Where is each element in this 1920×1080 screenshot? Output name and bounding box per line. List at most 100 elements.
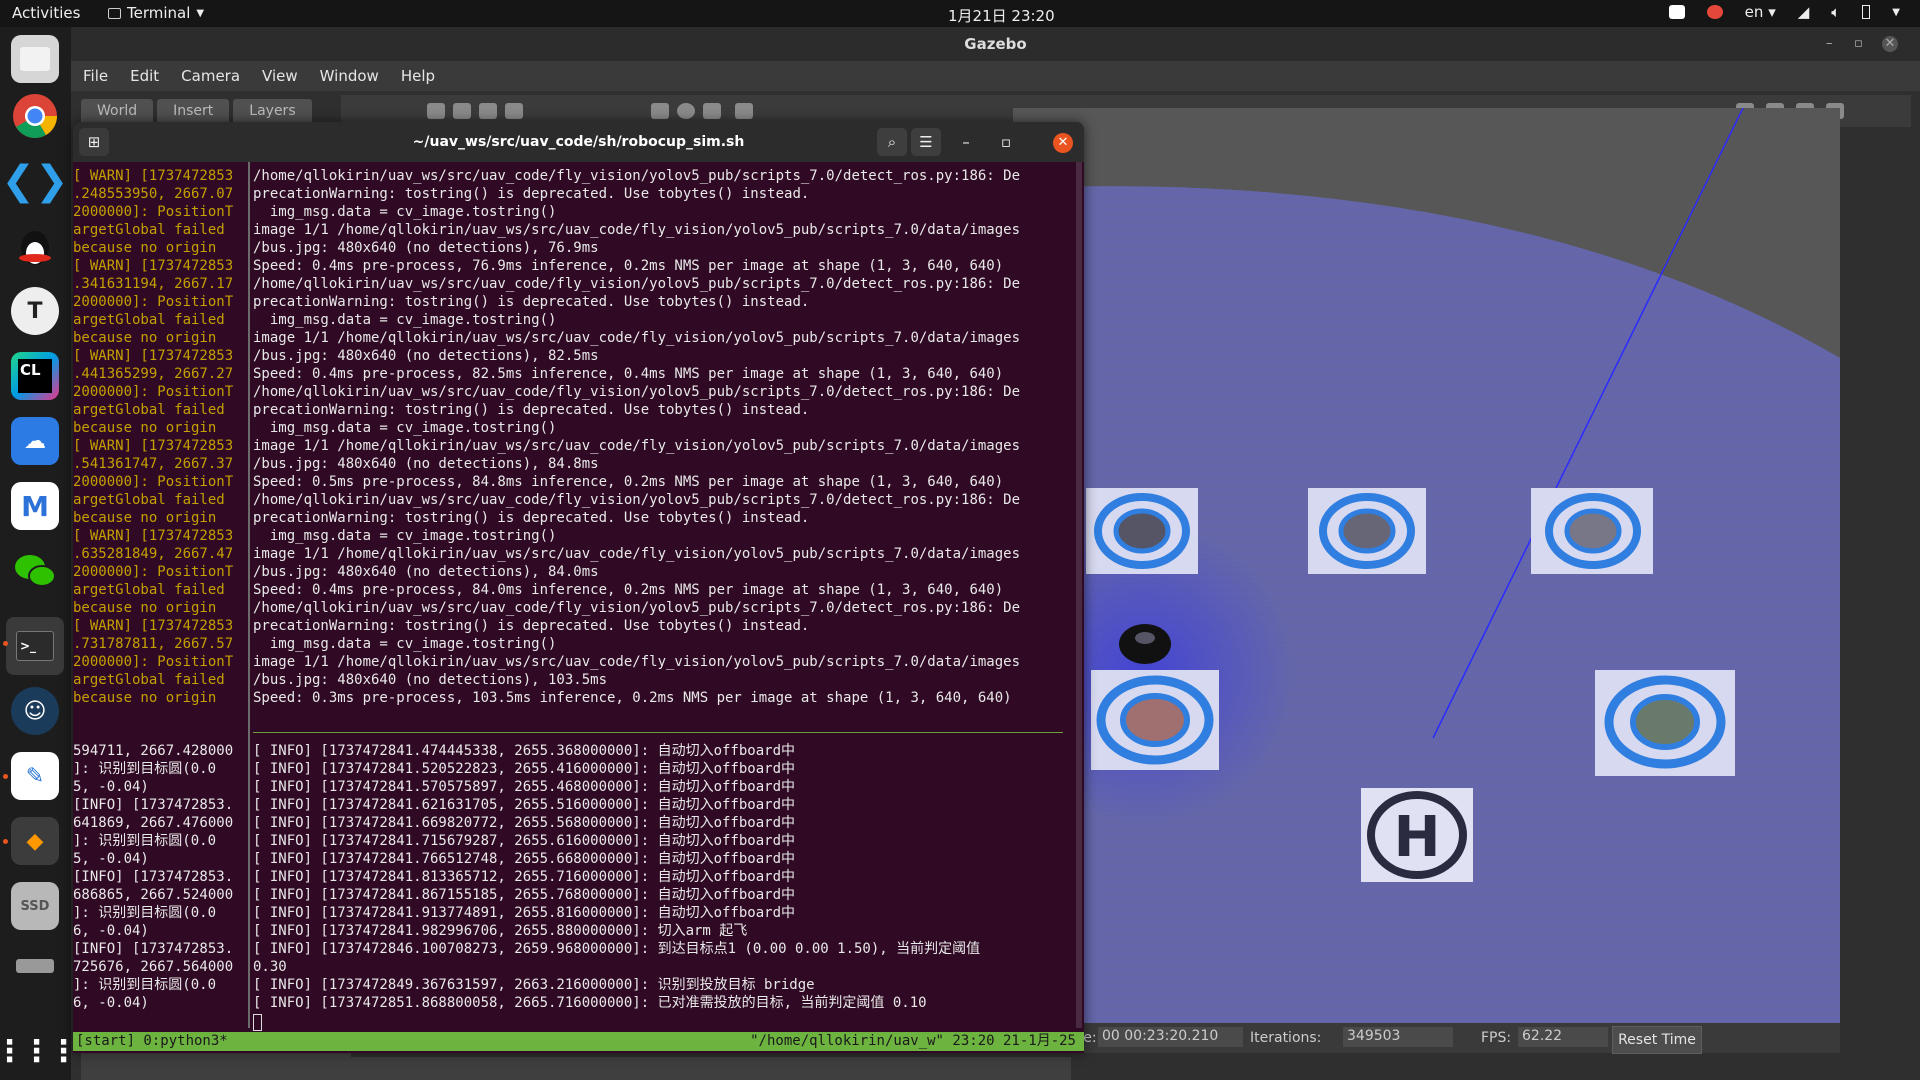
reset-time-button[interactable]: Reset Time xyxy=(1612,1026,1702,1054)
terminal-line: precationWarning: tostring() is deprecat… xyxy=(253,510,810,526)
scale-icon[interactable] xyxy=(505,103,523,119)
terminal-line: [INFO] [1737472853. xyxy=(73,941,234,957)
minimize-button[interactable]: – xyxy=(1826,27,1833,61)
terminal-line: .731787811, 2667.57 xyxy=(73,636,234,652)
iterations-label: Iterations: xyxy=(1250,1030,1322,1046)
vscode-icon[interactable]: ❮❯ xyxy=(1,157,68,205)
search-icon[interactable]: ⌕ xyxy=(877,128,907,156)
terminal-line: Speed: 0.4ms pre-process, 76.9ms inferen… xyxy=(253,258,1004,274)
translate-icon[interactable] xyxy=(453,103,471,119)
mail-tray-icon[interactable] xyxy=(1668,5,1685,19)
tmux-pane-top-left[interactable]: [ WARN] [1737472853 .248553950, 2667.07 20… xyxy=(73,167,247,707)
light-icon[interactable] xyxy=(735,103,753,119)
terminal-line: [INFO] [1737472853. xyxy=(73,869,234,885)
activities-button[interactable]: Activities xyxy=(12,4,80,22)
terminal-line: argetGlobal failed xyxy=(73,312,225,328)
sphere-icon[interactable] xyxy=(677,103,695,119)
text-editor-icon[interactable]: ✎ xyxy=(11,752,59,800)
menu-window[interactable]: Window xyxy=(320,67,379,85)
landing-target-5 xyxy=(1595,670,1735,776)
maximize-button[interactable]: ▫ xyxy=(1854,27,1863,61)
box-icon[interactable] xyxy=(651,103,669,119)
terminal-line: .441365299, 2667.27 xyxy=(73,366,234,382)
tmux-pane-bottom-left[interactable]: 594711, 2667.428000]: 识别到目标圆(0.0 5, -0.04… xyxy=(73,742,247,1032)
running-indicator xyxy=(3,774,8,779)
tab-insert[interactable]: Insert xyxy=(157,99,230,123)
terminal-line: precationWarning: tostring() is deprecat… xyxy=(253,186,810,202)
terminal-line: [ WARN] [1737472853 xyxy=(73,528,234,544)
menu-edit[interactable]: Edit xyxy=(130,67,159,85)
cloud-icon[interactable]: ☺ xyxy=(11,687,59,735)
menu-camera[interactable]: Camera xyxy=(181,67,240,85)
app-tray-icon[interactable] xyxy=(1706,5,1723,19)
tab-layers[interactable]: Layers xyxy=(233,99,312,123)
chrome-icon[interactable] xyxy=(11,92,59,140)
wechat-icon[interactable] xyxy=(11,547,59,595)
terminal-line: img_msg.data = cv_image.tostring() xyxy=(253,312,557,328)
select-icon[interactable] xyxy=(427,103,445,119)
menu-help[interactable]: Help xyxy=(401,67,435,85)
terminal-line: [ WARN] [1737472853 xyxy=(73,618,234,634)
show-apps-icon[interactable]: ⋮⋮⋮ xyxy=(0,1027,79,1075)
sublime-icon[interactable]: ◆ xyxy=(11,817,59,865)
maximize-button[interactable]: ▫ xyxy=(991,128,1021,156)
terminal-line: 5, -0.04) xyxy=(73,779,149,795)
terminal-line: /bus.jpg: 480x640 (no detections), 82.5m… xyxy=(253,348,599,364)
cylinder-icon[interactable] xyxy=(703,103,721,119)
gmail-icon[interactable]: M xyxy=(11,482,59,530)
system-tray: en ▾ ◢ 🔈︎ ▼ xyxy=(1668,3,1900,21)
terminal-line: 641869, 2667.476000 xyxy=(73,815,234,831)
terminal-line: [ INFO] [1737472841.520522823, 2655.4160… xyxy=(253,761,796,777)
qq-icon[interactable] xyxy=(11,222,59,270)
tmux-pane-top-right[interactable]: /home/qllokirin/uav_ws/src/uav_code/fly_… xyxy=(253,167,1083,707)
top-bar: Activities Terminal ▼ 1月21日 23:20 en ▾ ◢… xyxy=(0,0,1920,27)
terminal-titlebar[interactable]: ⊞ ~/uav_ws/src/uav_code/sh/robocup_sim.s… xyxy=(73,122,1084,162)
clock[interactable]: 1月21日 23:20 xyxy=(948,5,1055,26)
close-button[interactable]: ✕ xyxy=(1882,36,1898,52)
clion-icon[interactable]: CL xyxy=(11,352,59,400)
terminal-line: /bus.jpg: 480x640 (no detections), 84.0m… xyxy=(253,564,599,580)
wifi-icon[interactable]: ◢ xyxy=(1798,3,1810,21)
terminal-line: 2000000]: PositionT xyxy=(73,204,234,220)
terminal-small-icon xyxy=(108,7,121,19)
terminal-window[interactable]: ⊞ ~/uav_ws/src/uav_code/sh/robocup_sim.s… xyxy=(73,122,1084,1053)
new-tab-icon[interactable]: ⊞ xyxy=(79,128,109,156)
tab-world[interactable]: World xyxy=(81,99,154,123)
drive-icon[interactable] xyxy=(11,942,59,990)
landing-target-3 xyxy=(1531,488,1653,574)
rotate-icon[interactable] xyxy=(479,103,497,119)
scene-render: H xyxy=(1013,108,1840,1023)
chevron-down-icon[interactable]: ▼ xyxy=(1892,7,1900,18)
terminal-line: [ INFO] [1737472841.766512748, 2655.6680… xyxy=(253,851,796,867)
gazebo-titlebar[interactable]: Gazebo – ▫ ✕ xyxy=(71,27,1920,61)
terminal-icon[interactable]: >_ xyxy=(6,617,64,675)
typora-icon[interactable]: T xyxy=(11,287,59,335)
minimize-button[interactable]: – xyxy=(951,128,981,156)
terminal-line: [ WARN] [1737472853 xyxy=(73,168,234,184)
menu-view[interactable]: View xyxy=(262,67,298,85)
language-indicator[interactable]: en ▾ xyxy=(1745,3,1776,21)
terminal-title: ~/uav_ws/src/uav_code/sh/robocup_sim.sh xyxy=(412,134,745,150)
app-menu[interactable]: Terminal ▼ xyxy=(108,4,204,22)
pane-divider[interactable] xyxy=(248,162,250,1028)
battery-icon[interactable] xyxy=(1862,5,1871,19)
pane-divider-horizontal[interactable] xyxy=(253,732,1063,733)
baidu-netdisk-icon[interactable]: ☁ xyxy=(11,417,59,465)
tmux-pane-bottom-right[interactable]: [ INFO] [1737472841.474445338, 2655.3680… xyxy=(253,742,1083,1032)
volume-icon[interactable]: 🔈︎ xyxy=(1831,3,1840,21)
terminal-line: image 1/1 /home/qllokirin/uav_ws/src/uav… xyxy=(253,654,1021,670)
menu-bar: File Edit Camera View Window Help xyxy=(71,61,1920,91)
hamburger-menu-icon[interactable]: ☰ xyxy=(911,128,941,156)
scene-viewport[interactable]: H xyxy=(1013,108,1840,1023)
terminal-line: because no origin xyxy=(73,420,217,436)
terminal-line: 0.30 xyxy=(253,959,287,975)
files-icon[interactable] xyxy=(11,35,59,83)
menu-file[interactable]: File xyxy=(83,67,108,85)
close-button[interactable]: ✕ xyxy=(1053,133,1073,153)
terminal-line: [INFO] [1737472853. xyxy=(73,797,234,813)
side-tabs: World Insert Layers xyxy=(81,99,312,123)
tmux-status-right: "/home/qllokirin/uav_w" 23:20 21-1月-25 xyxy=(750,1033,1076,1049)
terminal-line: [ WARN] [1737472853 xyxy=(73,438,234,454)
ssd-icon[interactable]: SSD xyxy=(11,882,59,930)
terminal-line: [ INFO] [1737472841.867155185, 2655.7680… xyxy=(253,887,796,903)
